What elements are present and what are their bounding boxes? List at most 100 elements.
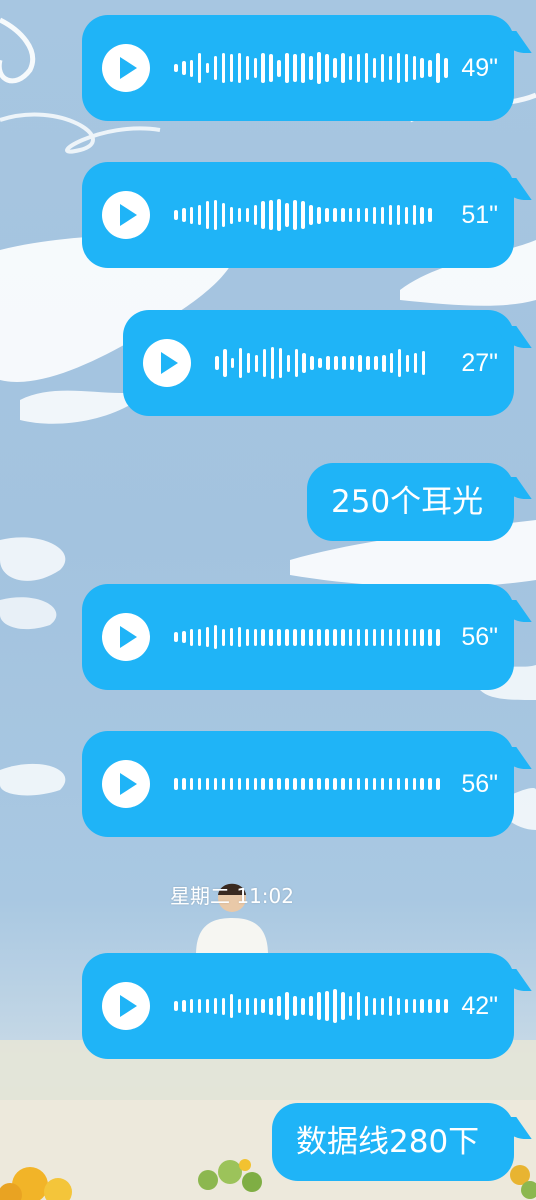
waveform-bar <box>237 52 242 84</box>
play-icon[interactable] <box>143 339 191 387</box>
waveform-bar <box>189 999 194 1013</box>
waveform-bar <box>309 628 313 646</box>
waveform-bar <box>293 628 297 646</box>
waveform-bar <box>356 208 361 222</box>
waveform-bar <box>420 628 425 646</box>
waveform-bar <box>222 349 227 377</box>
voice-message-bubble[interactable]: 56" <box>82 731 532 837</box>
waveform-bar <box>237 778 242 790</box>
waveform-bar <box>238 347 243 379</box>
waveform-bar <box>348 56 353 80</box>
waveform-bar <box>372 628 377 646</box>
waveform-bar <box>254 354 259 372</box>
waveform-bar <box>253 778 258 790</box>
waveform-bar <box>428 59 432 77</box>
waveform-bar <box>333 989 337 1023</box>
waveform-bar <box>420 206 425 224</box>
waveform-bar <box>245 208 250 222</box>
waveform-bar <box>181 208 186 222</box>
waveform-bar <box>181 778 186 790</box>
waveform-bar <box>229 54 234 82</box>
voice-message-bubble[interactable]: 49" <box>82 15 532 121</box>
waveform-bar <box>428 999 432 1013</box>
waveform-bar <box>334 356 338 370</box>
voice-message-bubble[interactable]: 42" <box>82 953 532 1059</box>
waveform-bar <box>301 201 305 229</box>
play-icon[interactable] <box>102 760 150 808</box>
waveform-bar <box>374 356 378 370</box>
waveform-bar <box>436 628 440 646</box>
waveform-bar <box>396 52 401 84</box>
waveform-bar <box>237 208 242 222</box>
waveform-bar <box>333 57 337 79</box>
waveform-bar <box>380 54 385 82</box>
waveform-bar <box>221 52 226 84</box>
text-message-bubble[interactable]: 250个耳光 <box>307 463 532 541</box>
text-message-bubble[interactable]: 数据线280下 <box>272 1103 532 1181</box>
waveform-bar <box>293 995 297 1017</box>
waveform-bar <box>372 778 377 790</box>
waveform-bar <box>269 778 273 790</box>
waveform-bar <box>221 628 226 646</box>
waveform-bar <box>253 57 258 79</box>
waveform-bar <box>444 999 448 1013</box>
voice-message-bubble[interactable]: 51" <box>82 162 532 268</box>
waveform-bar <box>348 778 353 790</box>
waveform-bar <box>278 347 283 379</box>
waveform-bar <box>302 352 307 374</box>
waveform-bar <box>372 206 377 224</box>
waveform-bar <box>366 356 370 370</box>
waveform-bar <box>245 997 250 1015</box>
waveform-bar <box>181 1000 186 1012</box>
waveform-bar <box>389 352 394 374</box>
waveform-bar <box>309 778 313 790</box>
waveform-bar <box>421 351 426 375</box>
waveform-bar <box>237 626 242 648</box>
waveform-bar <box>420 999 425 1013</box>
waveform-bar <box>380 206 385 224</box>
waveform-bar <box>412 56 417 80</box>
waveform-bar <box>261 628 266 646</box>
waveform-bar <box>428 778 432 790</box>
waveform-bar <box>293 778 297 790</box>
waveform-bar <box>358 354 362 372</box>
waveform-bar <box>404 206 409 224</box>
waveform-bar <box>364 628 369 646</box>
waveform-bar <box>237 999 242 1013</box>
waveform-bar <box>269 54 273 82</box>
waveform-bar <box>213 199 218 231</box>
play-icon[interactable] <box>102 613 150 661</box>
message-text: 数据线280下 <box>296 1124 480 1160</box>
waveform-bar <box>325 628 329 646</box>
waveform-bar <box>189 59 194 77</box>
waveform-bar <box>356 992 361 1020</box>
voice-duration: 49" <box>461 54 498 82</box>
waveform-bar <box>412 999 417 1013</box>
waveform-bar <box>356 628 361 646</box>
waveform-bar <box>253 204 258 226</box>
waveform-bar <box>197 52 202 84</box>
waveform-bar <box>213 56 218 80</box>
waveform-bar <box>181 61 186 75</box>
voice-duration: 56" <box>461 623 498 651</box>
waveform-bar <box>372 57 377 79</box>
waveform-bar <box>317 992 321 1020</box>
play-icon[interactable] <box>102 191 150 239</box>
play-icon[interactable] <box>102 44 150 92</box>
waveform-bar <box>205 626 210 648</box>
waveform-bar <box>309 204 313 226</box>
waveform-bar <box>356 54 361 82</box>
play-icon[interactable] <box>102 982 150 1030</box>
waveform-bar <box>420 778 425 790</box>
waveform-bar <box>301 778 305 790</box>
voice-duration: 56" <box>461 770 498 798</box>
voice-message-bubble[interactable]: 27" <box>123 310 532 416</box>
waveform-bar <box>340 208 345 222</box>
waveform-bar <box>181 631 186 643</box>
waveform-bar <box>388 56 393 80</box>
waveform-bar <box>277 778 281 790</box>
voice-message-bubble[interactable]: 56" <box>82 584 532 690</box>
waveform-bar <box>277 59 281 77</box>
waveform-bar <box>221 778 226 790</box>
waveform-bar <box>396 628 401 646</box>
